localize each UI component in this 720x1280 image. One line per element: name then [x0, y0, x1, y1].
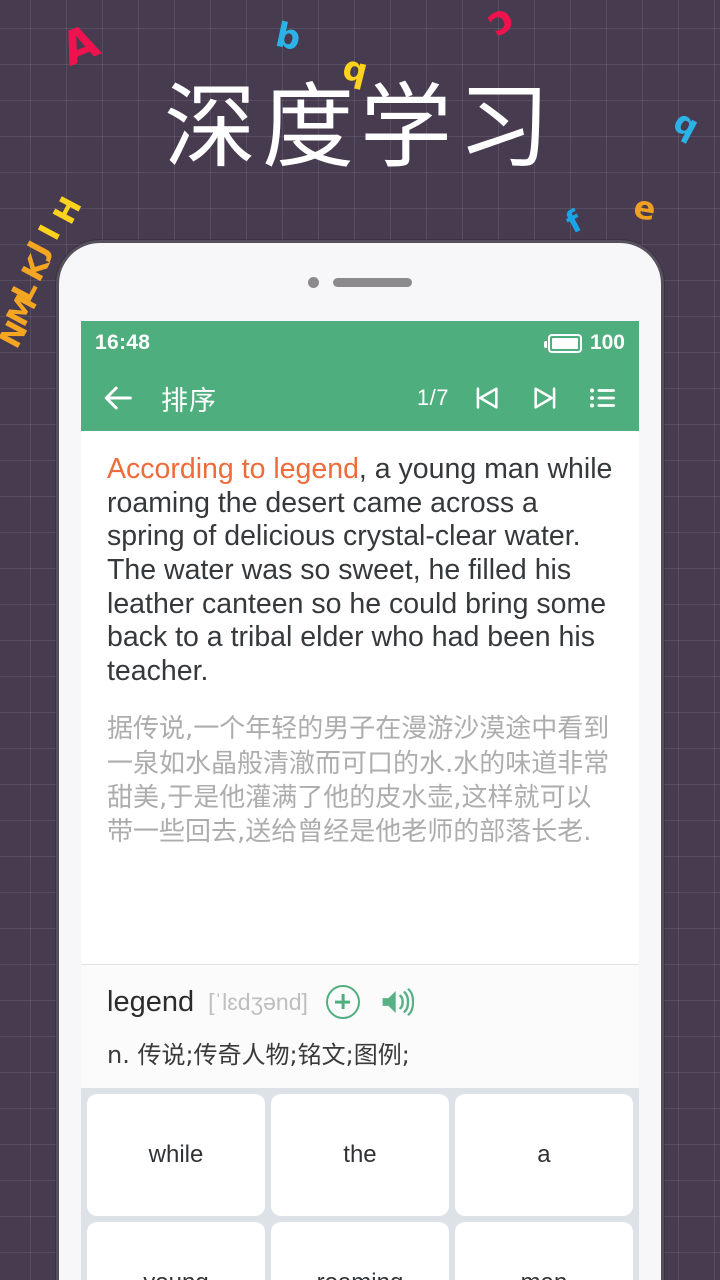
word-tile-tray: whilethea youngroamingman: [81, 1088, 639, 1280]
decorative-letter: I: [32, 219, 69, 246]
phone-top-bezel: [59, 243, 661, 321]
dictionary-phonetic: [ˈlɛdʒənd]: [208, 988, 308, 1015]
app-bar-actions: 1/7: [417, 378, 623, 418]
word-tile[interactable]: the: [270, 1094, 449, 1216]
dictionary-panel: legend [ˈlɛdʒənd] n. 传说;传奇人物;铭文;图例;: [81, 964, 639, 1088]
earpiece-speaker: [333, 277, 412, 287]
page-indicator: 1/7: [416, 385, 449, 410]
back-arrow-icon[interactable]: [97, 376, 141, 420]
skip-previous-icon[interactable]: [467, 378, 507, 418]
app-bar-title: 排序: [161, 385, 217, 416]
status-bar: 16:48 100: [81, 321, 639, 365]
front-camera-icon: [308, 276, 319, 288]
phone-screen: 16:48 100 排序 1/7 According to legend, a …: [81, 321, 639, 1280]
decorative-letter: c: [480, 0, 524, 50]
word-tile[interactable]: a: [454, 1094, 633, 1216]
word-tile[interactable]: roaming: [270, 1222, 449, 1280]
battery-level-label: 100: [589, 331, 625, 354]
chinese-translation: 据传说,一个年轻的男子在漫游沙漠途中看到一泉如水晶般清澈而可口的水.水的味道非常…: [107, 714, 610, 848]
dictionary-definition: n. 传说;传奇人物;铭文;图例;: [107, 1041, 410, 1069]
add-word-plus-icon[interactable]: [325, 985, 360, 1019]
decorative-letter: H: [46, 191, 90, 231]
skip-next-icon[interactable]: [525, 378, 565, 418]
phone-device-frame: 16:48 100 排序 1/7 According to legend, a …: [56, 240, 664, 1280]
word-tile[interactable]: young: [87, 1222, 265, 1280]
speaker-volume-icon[interactable]: [380, 987, 414, 1017]
decorative-letter: b: [272, 14, 305, 60]
english-passage[interactable]: According to legend, a young man while r…: [107, 453, 613, 688]
decorative-letter: A: [53, 13, 107, 77]
word-tile[interactable]: man: [454, 1222, 633, 1280]
decorative-letter: f: [560, 204, 589, 242]
status-bar-right: 100: [544, 331, 625, 355]
poster-background: AbqcqefHIJKLMN 深度学习 16:48 100 排序 1/7 Acc…: [0, 0, 720, 1280]
app-bar: 排序 1/7: [81, 365, 639, 431]
dictionary-word: legend: [107, 985, 195, 1018]
decorative-letter: e: [630, 187, 659, 229]
dictionary-header: legend [ˈlɛdʒənd]: [107, 985, 613, 1019]
reading-area: According to legend, a young man while r…: [81, 431, 639, 964]
english-passage-rest: , a young man while roaming the desert c…: [107, 453, 613, 687]
list-menu-icon[interactable]: [583, 378, 623, 418]
word-tile[interactable]: while: [87, 1094, 265, 1216]
status-time: 16:48: [95, 331, 151, 354]
poster-title: 深度学习: [163, 77, 556, 179]
battery-icon: [544, 333, 582, 353]
highlighted-phrase: According to legend: [107, 453, 359, 485]
